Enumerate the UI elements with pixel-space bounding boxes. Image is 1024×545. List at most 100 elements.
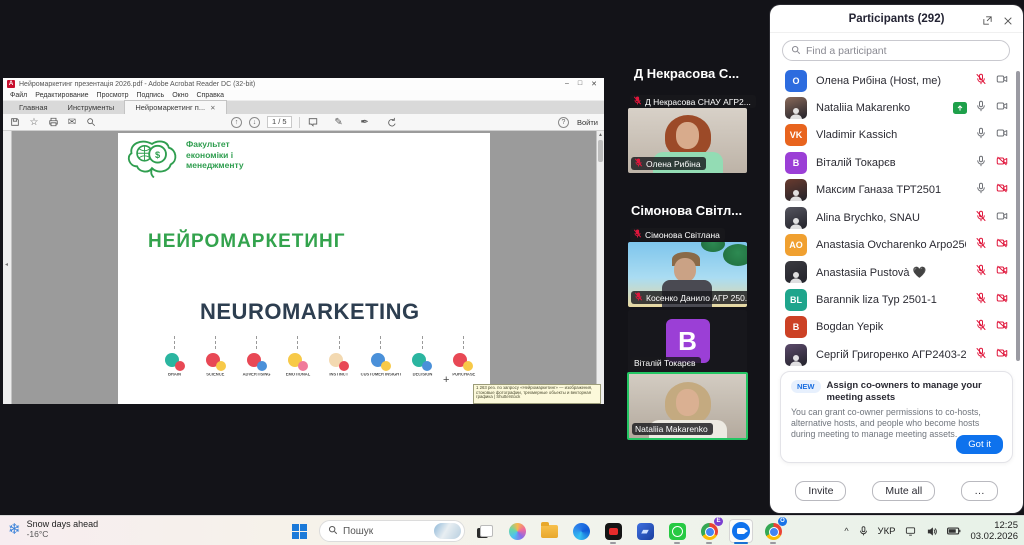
chrome-profile2-button[interactable]: O — [761, 519, 785, 543]
close-button[interactable]: ✕ — [591, 80, 597, 88]
participant-row[interactable]: BВіталій Токарєв — [770, 149, 1023, 176]
fill-sign-icon[interactable] — [385, 116, 397, 128]
mic-status-icon[interactable] — [975, 154, 987, 172]
participant-row[interactable]: Сергій Григоренко АГР2403-2 — [770, 341, 1023, 368]
comment-icon[interactable] — [307, 116, 319, 128]
participant-row[interactable]: BBogdan Yepik — [770, 314, 1023, 341]
participant-row[interactable]: Anastasiia Pustovà 🖤 — [770, 259, 1023, 286]
participants-panel: Participants (292) OОлена Рибіна (Host, … — [770, 5, 1023, 513]
microphone-tray-icon[interactable] — [858, 525, 869, 537]
mute-all-button[interactable]: Mute all — [872, 481, 935, 501]
next-page-icon[interactable]: ↓ — [249, 117, 260, 128]
participant-initials-avatar: B — [785, 316, 807, 338]
participant-row[interactable]: Nataliia Makarenko — [770, 94, 1023, 121]
participants-scrollbar[interactable] — [1016, 71, 1020, 361]
start-button[interactable] — [287, 519, 311, 543]
language-indicator[interactable]: УКР — [878, 526, 896, 537]
menu-item[interactable]: Справка — [197, 92, 224, 99]
navigation-pane-strip[interactable]: ◂ — [3, 131, 12, 404]
tab-home[interactable]: Главная — [9, 101, 58, 114]
camera-status-icon[interactable] — [995, 154, 1009, 172]
chrome-profile1-button[interactable]: E — [697, 519, 721, 543]
menu-item[interactable]: Файл — [10, 92, 27, 99]
taskbar-search[interactable]: Пошук — [319, 520, 465, 542]
tab-tools[interactable]: Инструменты — [58, 101, 125, 114]
screen-recorder-button[interactable] — [601, 519, 625, 543]
weather-widget[interactable]: ❄ Snow days ahead -16°C — [8, 519, 98, 539]
mic-status-icon[interactable] — [975, 236, 987, 254]
mic-status-icon[interactable] — [975, 181, 987, 199]
mic-status-icon[interactable] — [975, 318, 987, 336]
menu-item[interactable]: Окно — [172, 92, 188, 99]
tray-chevron-icon[interactable]: ^ — [844, 526, 848, 536]
star-icon[interactable]: ☆ — [28, 116, 40, 128]
page-indicator[interactable]: 1 / 5 — [267, 116, 292, 128]
document-scrollbar[interactable]: ▲ — [596, 131, 604, 404]
mic-status-icon[interactable] — [975, 346, 987, 364]
participant-row[interactable]: Alina Brychko, SNAU — [770, 204, 1023, 231]
participant-search[interactable] — [782, 40, 1010, 61]
menu-item[interactable]: Просмотр — [97, 92, 129, 99]
participant-row[interactable]: VKVladimir Kassich — [770, 122, 1023, 149]
copilot-button[interactable] — [505, 519, 529, 543]
search-highlight-image[interactable] — [434, 523, 461, 539]
minimize-button[interactable]: – — [565, 80, 569, 88]
camera-status-icon[interactable] — [995, 181, 1009, 199]
mic-status-icon[interactable] — [975, 99, 987, 117]
clock[interactable]: 12:25 03.02.2026 — [970, 520, 1018, 542]
mic-status-icon[interactable] — [975, 72, 987, 90]
print-icon[interactable] — [47, 116, 59, 128]
mic-status-icon[interactable] — [975, 209, 987, 227]
email-icon[interactable]: ✉ — [66, 116, 78, 128]
tab-close-icon[interactable]: ✕ — [210, 104, 215, 112]
file-explorer-button[interactable] — [537, 519, 561, 543]
camera-status-icon[interactable] — [995, 236, 1009, 254]
mic-status-icon[interactable] — [975, 126, 987, 144]
display-tray-icon[interactable] — [904, 526, 917, 537]
participant-tile-big-name: Сімонова Світл... — [605, 203, 768, 218]
blue-app-button[interactable]: ▰ — [633, 519, 657, 543]
camera-status-icon[interactable] — [995, 72, 1009, 90]
popout-icon[interactable] — [982, 13, 993, 31]
menu-item[interactable]: Редактирование — [35, 92, 88, 99]
tab-document[interactable]: Нейромаркетинг п... ✕ — [124, 100, 226, 114]
pencil-icon[interactable]: ✎ — [333, 116, 345, 128]
task-view-button[interactable] — [473, 519, 497, 543]
mic-status-icon[interactable] — [975, 291, 987, 309]
camera-status-icon[interactable] — [995, 318, 1009, 336]
camera-status-icon[interactable] — [995, 126, 1009, 144]
camera-status-icon[interactable] — [995, 263, 1009, 281]
help-icon[interactable]: ? — [558, 117, 569, 128]
menu-item[interactable]: Подпись — [137, 92, 165, 99]
signature-icon[interactable]: ✒ — [359, 116, 371, 128]
video-tile-kosenko-danylo[interactable]: Косенко Данило АГР 250.. — [628, 242, 747, 307]
battery-tray-icon[interactable] — [947, 526, 961, 536]
participant-row[interactable]: Максим Ганаза ТРТ2501 — [770, 177, 1023, 204]
acrobat-reader-window: A Нейромаркетинг презентація 2026.pdf - … — [3, 78, 604, 404]
camera-status-icon[interactable] — [995, 209, 1009, 227]
maximize-button[interactable]: □ — [578, 80, 582, 88]
zoom-app-button[interactable] — [729, 519, 753, 543]
zoom-search-icon[interactable] — [85, 116, 97, 128]
video-tile-vitalii-tokarev[interactable]: B Віталій Токарєв — [628, 310, 747, 372]
close-panel-icon[interactable] — [1003, 13, 1013, 31]
edge-button[interactable] — [569, 519, 593, 543]
camera-status-icon[interactable] — [995, 346, 1009, 364]
prev-page-icon[interactable]: ↑ — [231, 117, 242, 128]
sign-in-button[interactable]: Войти — [577, 118, 598, 127]
whatsapp-button[interactable] — [665, 519, 689, 543]
video-tile-nataliia-makarenko-active[interactable]: Nataliia Makarenko — [627, 372, 748, 440]
mic-status-icon[interactable] — [975, 263, 987, 281]
camera-status-icon[interactable] — [995, 99, 1009, 117]
save-icon[interactable] — [9, 116, 21, 128]
invite-button[interactable]: Invite — [795, 481, 846, 501]
participant-row[interactable]: BLBarannik liza Typ 2501-1 — [770, 286, 1023, 313]
more-options-button[interactable]: … — [961, 481, 998, 501]
participant-row[interactable]: OОлена Рибіна (Host, me) — [770, 67, 1023, 94]
camera-status-icon[interactable] — [995, 291, 1009, 309]
speaker-tray-icon[interactable] — [926, 526, 938, 537]
video-tile-olena-rybina[interactable]: Олена Рибіна — [628, 108, 747, 173]
participant-row[interactable]: AOAnastasia Ovcharenko Arpo2502-1 — [770, 231, 1023, 258]
search-input[interactable] — [806, 45, 1001, 57]
got-it-button[interactable]: Got it — [956, 435, 1003, 454]
